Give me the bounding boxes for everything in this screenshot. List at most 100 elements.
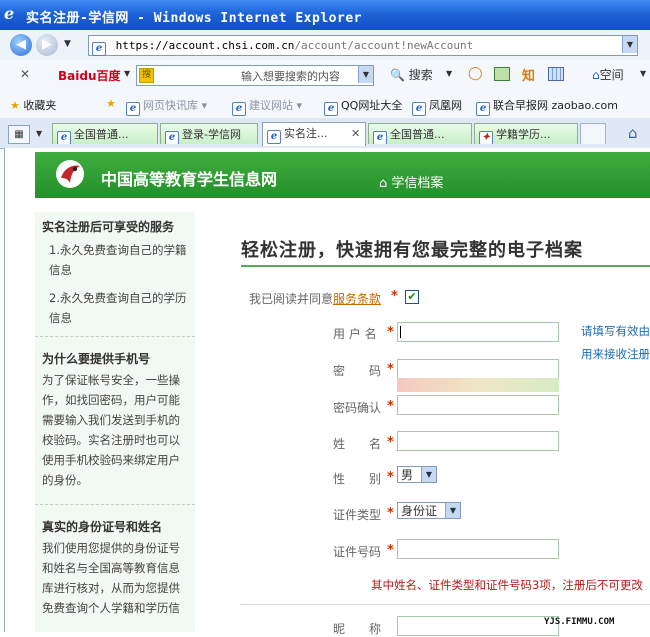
- page-icon: e: [476, 102, 490, 116]
- name-input[interactable]: [397, 431, 559, 451]
- required-mark: *: [387, 362, 394, 377]
- fav-item-label: 建议网站: [249, 99, 293, 112]
- agree-checkbox[interactable]: ✔: [405, 290, 419, 304]
- forward-button[interactable]: ▶: [36, 34, 58, 56]
- required-mark: *: [387, 506, 394, 521]
- chevron-down-icon: ▼: [445, 503, 460, 518]
- page-icon: e: [324, 102, 338, 116]
- username-hint-2: 用来接收注册: [581, 347, 650, 361]
- id-type-value: 身份证: [401, 504, 438, 518]
- required-mark: *: [387, 325, 394, 340]
- window-title-bar: e 实名注册-学信网 - Windows Internet Explorer: [0, 0, 650, 30]
- back-button[interactable]: ◀: [10, 34, 32, 56]
- username-input[interactable]: [397, 322, 559, 342]
- id-number-input[interactable]: [397, 539, 559, 559]
- star-icon: ★: [10, 99, 20, 112]
- tab-label: 实名注...: [284, 127, 328, 140]
- search-placeholder: 输入想要搜索的内容: [241, 70, 340, 83]
- sidebar-phone-text: 为了保证帐号安全，一些操作，如找回密码，用户可能需要输入我们发送到手机的校验码。…: [42, 373, 180, 487]
- site-name: 中国高等教育学生信息网: [101, 170, 278, 189]
- watermark: YJS.FIMMU.COM: [544, 617, 615, 627]
- immutable-fields-warning: 其中姓名、证件类型和证件号码3项，注册后不可更改: [371, 578, 643, 592]
- baidu-dropdown-icon[interactable]: ▼: [124, 69, 130, 78]
- password-label: 密 码: [333, 364, 382, 378]
- sidebar-id-text: 我们使用您提供的身份证号和姓名与全国高等教育信息库进行核对，从而为您提供免费查询…: [42, 541, 180, 615]
- favorites-button[interactable]: ★ 收藏夹: [10, 97, 56, 113]
- section-divider: [241, 604, 650, 605]
- confirm-password-input[interactable]: [397, 395, 559, 415]
- fav-item-3[interactable]: e QQ网址大全: [324, 97, 402, 116]
- page-icon: e: [232, 102, 246, 116]
- gender-label: 性 别: [333, 472, 382, 486]
- quick-tabs-icon[interactable]: ▦: [8, 125, 30, 144]
- home-icon[interactable]: ⌂: [628, 124, 638, 142]
- page-icon: e: [412, 102, 426, 116]
- nickname-input[interactable]: [397, 616, 559, 636]
- password-input[interactable]: [397, 359, 559, 379]
- sidebar-title-phone: 为什么要提供手机号: [42, 352, 151, 366]
- tab-label: 全国普通...: [74, 128, 129, 141]
- gender-value: 男: [401, 468, 414, 482]
- add-favorite-icon[interactable]: ★: [106, 97, 116, 110]
- fav-item-1[interactable]: e 网页快讯库 ▾: [126, 97, 207, 116]
- confirm-password-label: 密码确认: [333, 401, 382, 415]
- tab-label: 登录-学信网: [182, 128, 241, 141]
- fav-item-label: QQ网址大全: [341, 99, 403, 112]
- address-dropdown-icon[interactable]: ▼: [622, 36, 637, 53]
- space-button[interactable]: ⌂空间: [592, 66, 624, 83]
- tab-2[interactable]: e 登录-学信网: [160, 123, 258, 144]
- id-type-label: 证件类型: [333, 508, 382, 522]
- window-title: 实名注册-学信网 - Windows Internet Explorer: [26, 11, 362, 26]
- page-icon: e: [373, 131, 387, 144]
- wallet-icon[interactable]: ◯: [468, 66, 483, 81]
- required-mark: *: [387, 543, 394, 558]
- search-engine-icon: 搜: [139, 68, 154, 83]
- form-heading: 轻松注册，快速拥有您最完整的电子档案: [241, 240, 583, 261]
- tab-5[interactable]: ✦ 学籍学历...: [474, 123, 578, 144]
- gender-select[interactable]: 男 ▼: [397, 466, 437, 483]
- close-toolbar-icon[interactable]: ✕: [20, 67, 30, 81]
- search-options-icon[interactable]: ▼: [446, 69, 452, 78]
- terms-link[interactable]: 服务条款: [333, 290, 381, 307]
- page-icon: e: [57, 131, 71, 144]
- site-header: 中国高等教育学生信息网 ⌂ 学信档案: [35, 152, 650, 198]
- id-number-label: 证件号码: [333, 545, 382, 559]
- new-tab-button[interactable]: [580, 123, 606, 144]
- page-icon: e: [267, 130, 281, 144]
- page-icon: e: [165, 131, 179, 144]
- tab-list-dropdown-icon[interactable]: ▼: [36, 129, 42, 138]
- address-input[interactable]: e https://account.chsi.com.cn/account/ac…: [88, 35, 638, 56]
- id-type-select[interactable]: 身份证 ▼: [397, 502, 461, 519]
- page-icon: e: [92, 42, 106, 56]
- tab-3-active[interactable]: e 实名注... ✕: [262, 122, 366, 146]
- zhidao-icon[interactable]: 知: [522, 65, 535, 84]
- baidu-logo: Baidu百度: [58, 69, 121, 83]
- home-space-icon: ⌂: [592, 68, 600, 82]
- tab-label: 全国普通...: [390, 128, 445, 141]
- tab-4[interactable]: e 全国普通...: [368, 123, 472, 144]
- fav-item-label: 凤凰网: [429, 99, 462, 112]
- sidebar-item-1: 1.永久免费查询自己的学籍信息: [49, 243, 187, 277]
- tab-1[interactable]: e 全国普通...: [52, 123, 158, 144]
- home-icon: ⌂: [379, 176, 388, 191]
- grid-icon[interactable]: [548, 67, 564, 81]
- fav-item-5[interactable]: e 联合早报网 zaobao.com: [476, 97, 618, 116]
- registration-form: 轻松注册，快速拥有您最完整的电子档案 我已阅读并同意 服务条款 * ✔ 用 户 …: [201, 212, 650, 636]
- close-tab-icon[interactable]: ✕: [351, 123, 360, 144]
- nav-xuexin-archive[interactable]: ⌂ 学信档案: [379, 172, 443, 191]
- nickname-label: 昵 称: [333, 622, 382, 636]
- fav-item-2[interactable]: e 建议网站 ▾: [232, 97, 302, 116]
- tab-bar: ▦ ▼ e 全国普通... e 登录-学信网 e 实名注... ✕ e 全国普通... ✦…: [0, 118, 650, 149]
- space-dropdown-icon[interactable]: ▼: [640, 69, 646, 78]
- search-button[interactable]: 🔍 搜索: [390, 66, 433, 83]
- image-icon[interactable]: [494, 67, 510, 81]
- favorites-label: 收藏夹: [23, 99, 57, 112]
- name-label: 姓 名: [333, 437, 382, 451]
- history-dropdown-icon[interactable]: ▼: [64, 39, 71, 49]
- fav-item-4[interactable]: e 凤凰网: [412, 97, 462, 116]
- sidebar-title-services: 实名注册后可享受的服务: [42, 220, 175, 234]
- agree-text: 我已阅读并同意: [249, 292, 334, 306]
- ie-logo-icon: e: [4, 4, 15, 23]
- toolbar-search-input[interactable]: 搜 输入想要搜索的内容 ▼: [136, 65, 374, 86]
- search-dropdown-icon[interactable]: ▼: [358, 66, 373, 83]
